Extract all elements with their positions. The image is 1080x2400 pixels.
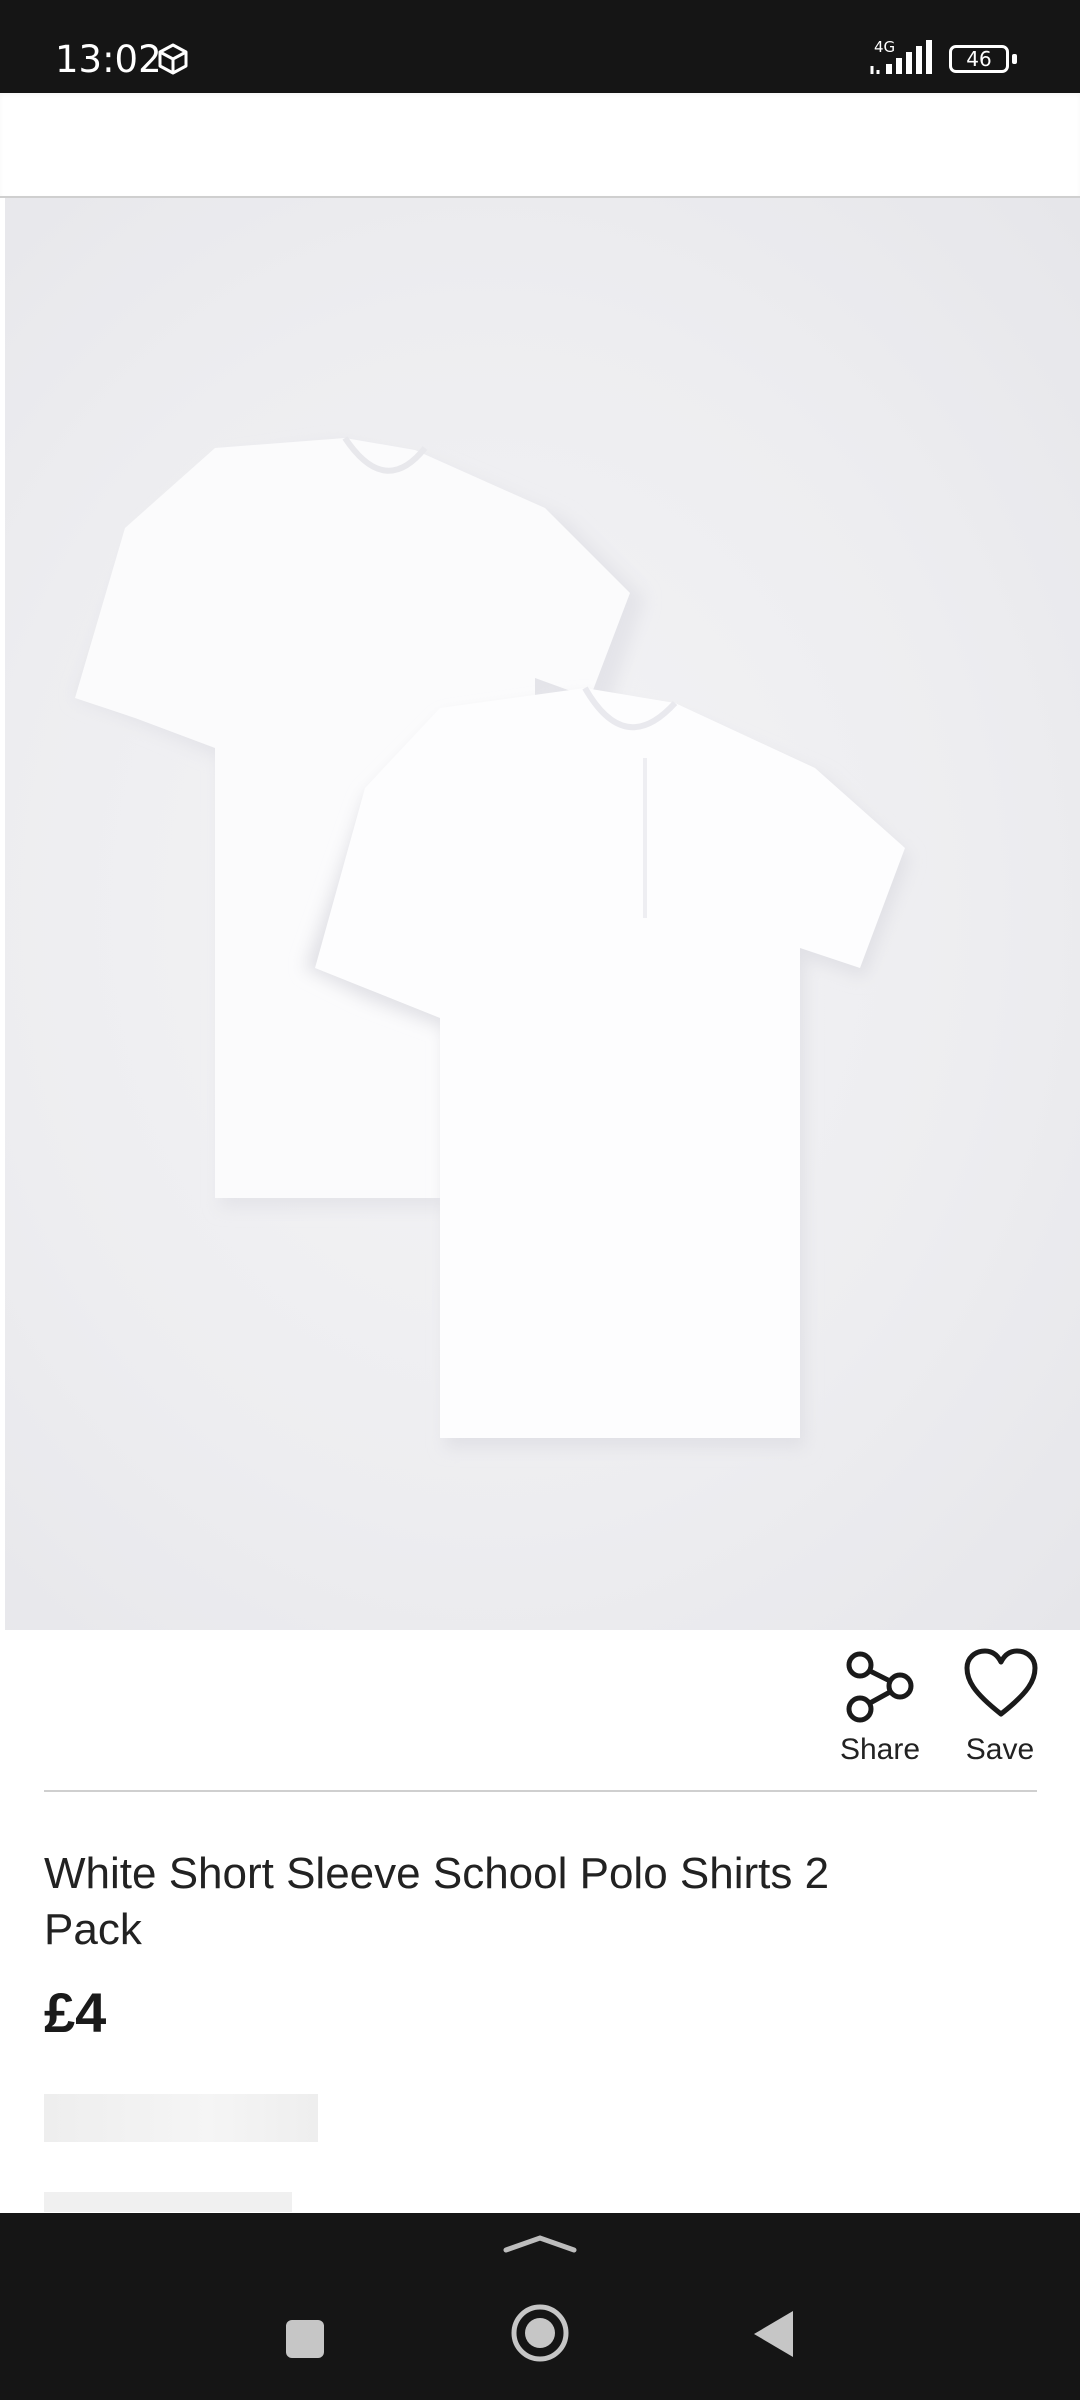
status-time: 13:02 — [55, 38, 162, 81]
battery-icon: 46 — [949, 45, 1009, 73]
cube-icon — [156, 42, 190, 81]
product-price: £4 — [44, 1981, 107, 2044]
product-title: White Short Sleeve School Polo Shirts 2 … — [44, 1849, 830, 1954]
chevron-up-icon[interactable] — [500, 2228, 580, 2263]
back-icon[interactable] — [736, 2300, 816, 2380]
loading-placeholder — [44, 2094, 318, 2142]
divider — [44, 1790, 1037, 1792]
heart-icon — [963, 1648, 1039, 1725]
signal-icon — [868, 36, 938, 81]
home-icon[interactable] — [500, 2300, 580, 2380]
save-label: Save — [965, 1733, 1035, 1766]
share-label: Share — [839, 1733, 921, 1766]
polo-shirts-illustration — [75, 436, 910, 1448]
share-button[interactable]: Share — [825, 1648, 935, 1766]
battery-tip — [1012, 54, 1017, 64]
status-bar: 13:02 4G 46 — [0, 0, 1080, 93]
product-image[interactable] — [5, 198, 1080, 1630]
battery-level: 46 — [966, 47, 992, 71]
share-icon — [841, 1648, 919, 1731]
top-header — [0, 93, 1080, 198]
loading-placeholder — [44, 2192, 292, 2212]
save-button[interactable]: Save — [945, 1648, 1055, 1766]
recents-icon[interactable] — [266, 2300, 346, 2380]
